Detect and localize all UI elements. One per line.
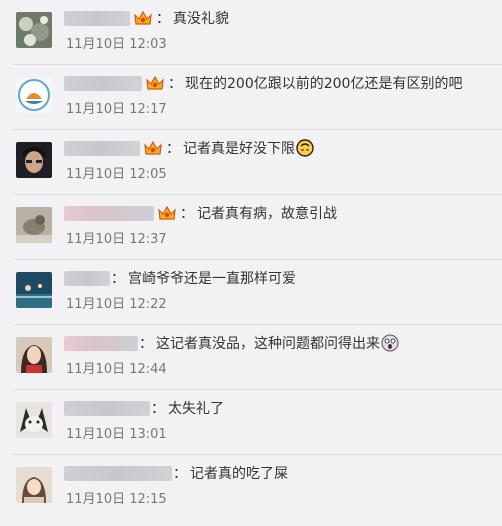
comment-item: ： 记者真的吃了屎 11月10日 12:15 bbox=[0, 455, 502, 520]
comment-time: 11月10日 13:01 bbox=[66, 427, 167, 442]
comment-text: 这记者真没品，这种问题都问得出来 bbox=[156, 336, 380, 352]
separator: ： bbox=[111, 271, 125, 287]
comment-text: 太失礼了 bbox=[168, 401, 224, 417]
comment-text: 宫崎爷爷还是一直那样可爱 bbox=[128, 271, 296, 287]
separator: ： bbox=[168, 76, 182, 92]
shocked-face-emoji-icon bbox=[381, 334, 399, 352]
vip-crown-badge-icon bbox=[144, 74, 166, 92]
separator: ： bbox=[139, 336, 153, 352]
comment-text: 真没礼貌 bbox=[173, 11, 229, 27]
comment-text: 记者真的吃了屎 bbox=[190, 466, 288, 482]
avatar[interactable] bbox=[16, 467, 52, 503]
comment-line: ： 宫崎爷爷还是一直那样可爱 bbox=[64, 267, 296, 289]
comment-item: ： 记者真是好没下限 11月10日 12:05 bbox=[0, 130, 502, 195]
comment-time: 11月10日 12:05 bbox=[66, 167, 167, 182]
comment-item: ： 这记者真没品，这种问题都问得出来 11月10日 12:44 bbox=[0, 325, 502, 390]
comment-item: ： 真没礼貌 11月10日 12:03 bbox=[0, 0, 502, 65]
comment-item: ： 现在的200亿跟以前的200亿还是有区别的吧 11月10日 12:17 bbox=[0, 65, 502, 130]
comment-time: 11月10日 12:44 bbox=[66, 362, 167, 377]
vip-crown-badge-icon bbox=[132, 9, 154, 27]
avatar[interactable] bbox=[16, 77, 52, 113]
avatar[interactable] bbox=[16, 402, 52, 438]
separator: ： bbox=[151, 401, 165, 417]
avatar[interactable] bbox=[16, 207, 52, 243]
comment-line: ： 记者真有病，故意引战 bbox=[64, 202, 337, 224]
username-blurred[interactable] bbox=[64, 10, 130, 26]
avatar[interactable] bbox=[16, 142, 52, 178]
username-blurred[interactable] bbox=[64, 270, 110, 286]
username-blurred[interactable] bbox=[64, 465, 172, 481]
comment-time: 11月10日 12:03 bbox=[66, 37, 167, 52]
separator: ： bbox=[166, 141, 180, 157]
comment-line: ： 记者真的吃了屎 bbox=[64, 462, 288, 484]
comment-text: 记者真是好没下限 bbox=[183, 141, 295, 157]
avatar[interactable] bbox=[16, 337, 52, 373]
username-blurred[interactable] bbox=[64, 75, 142, 91]
comment-time: 11月10日 12:37 bbox=[66, 232, 167, 247]
upside-down-face-emoji-icon bbox=[296, 139, 314, 157]
username-blurred[interactable] bbox=[64, 335, 138, 351]
comment-item: ： 记者真有病，故意引战 11月10日 12:37 bbox=[0, 195, 502, 260]
comment-line: ： 这记者真没品，这种问题都问得出来 bbox=[64, 332, 399, 354]
avatar[interactable] bbox=[16, 12, 52, 48]
vip-crown-badge-icon bbox=[156, 204, 178, 222]
comment-item: ： 太失礼了 11月10日 13:01 bbox=[0, 390, 502, 455]
separator: ： bbox=[180, 206, 194, 222]
separator: ： bbox=[173, 466, 187, 482]
avatar[interactable] bbox=[16, 272, 52, 308]
comment-line: ： 现在的200亿跟以前的200亿还是有区别的吧 bbox=[64, 72, 462, 94]
comment-line: ： 真没礼貌 bbox=[64, 7, 229, 29]
username-blurred[interactable] bbox=[64, 140, 140, 156]
separator: ： bbox=[156, 11, 170, 27]
comment-line: ： 记者真是好没下限 bbox=[64, 137, 314, 159]
comment-time: 11月10日 12:22 bbox=[66, 297, 167, 312]
vip-crown-badge-icon bbox=[142, 139, 164, 157]
comment-time: 11月10日 12:17 bbox=[66, 102, 167, 117]
username-blurred[interactable] bbox=[64, 400, 150, 416]
comment-list: ： 真没礼貌 11月10日 12:03 ： 现在的200亿跟以前的200亿还是有… bbox=[0, 0, 502, 526]
comment-text: 现在的200亿跟以前的200亿还是有区别的吧 bbox=[185, 76, 463, 92]
comment-line: ： 太失礼了 bbox=[64, 397, 224, 419]
comment-time: 11月10日 12:15 bbox=[66, 492, 167, 507]
username-blurred[interactable] bbox=[64, 205, 154, 221]
comment-text: 记者真有病，故意引战 bbox=[197, 206, 337, 222]
comment-item: ： 宫崎爷爷还是一直那样可爱 11月10日 12:22 bbox=[0, 260, 502, 325]
